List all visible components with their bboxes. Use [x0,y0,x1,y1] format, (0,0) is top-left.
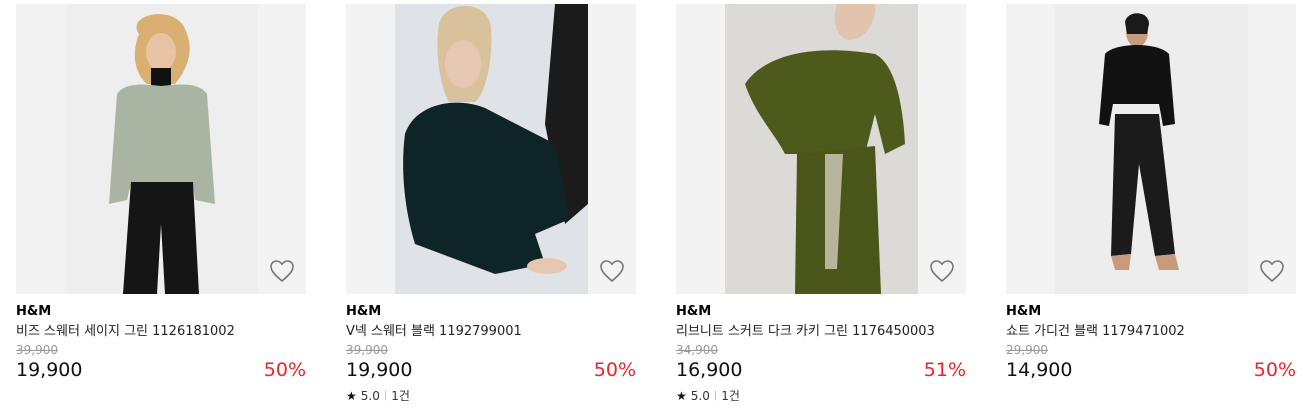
sale-price: 14,900 [1006,359,1073,381]
product-brand: H&M [1006,304,1042,319]
sale-price: 19,900 [346,359,413,381]
product-card[interactable]: H&M 비즈 스웨터 세이지 그린 1126181002 39,900 19,9… [16,4,306,382]
product-image[interactable] [16,4,306,294]
product-photo[interactable] [395,4,588,294]
original-price: 29,900 [1006,343,1048,357]
discount-rate: 51% [923,359,966,381]
original-price: 34,900 [676,343,718,357]
rating-divider: | [383,390,388,401]
product-image[interactable] [676,4,966,294]
product-card[interactable]: H&M 쇼트 가디건 블랙 1179471002 29,900 14,900 5… [1006,4,1296,382]
discount-rate: 50% [1253,359,1296,381]
star-icon: ★ [676,389,687,403]
product-card[interactable]: H&M V넥 스웨터 블랙 1192799001 39,900 19,900 5… [346,4,636,404]
product-name[interactable]: 쇼트 가디건 블랙 1179471002 [1006,323,1296,340]
product-brand: H&M [676,304,712,319]
rating-divider: | [713,390,718,401]
product-photo[interactable] [65,4,258,294]
product-photo[interactable] [1055,4,1248,294]
sale-price: 19,900 [16,359,83,381]
rating: ★ 5.0 | 1건 [676,388,966,404]
rating-score: 5.0 [360,389,380,403]
heart-icon[interactable] [1259,259,1285,283]
heart-icon[interactable] [599,259,625,283]
rating: ★ 5.0 | 1건 [346,388,636,404]
product-name[interactable]: 비즈 스웨터 세이지 그린 1126181002 [16,323,306,340]
product-grid: H&M 비즈 스웨터 세이지 그린 1126181002 39,900 19,9… [0,0,1308,418]
rating-score: 5.0 [690,389,710,403]
heart-icon[interactable] [269,259,295,283]
product-image[interactable] [346,4,636,294]
product-card[interactable]: H&M 리브니트 스커트 다크 카키 그린 1176450003 34,900 … [676,4,966,404]
product-photo[interactable] [725,4,918,294]
product-brand: H&M [16,304,52,319]
review-count[interactable]: 1건 [391,388,410,404]
product-name[interactable]: V넥 스웨터 블랙 1192799001 [346,323,636,340]
product-brand: H&M [346,304,382,319]
sale-price: 16,900 [676,359,743,381]
heart-icon[interactable] [929,259,955,283]
star-icon: ★ [346,389,357,403]
review-count[interactable]: 1건 [721,388,740,404]
original-price: 39,900 [16,343,58,357]
product-name[interactable]: 리브니트 스커트 다크 카키 그린 1176450003 [676,323,966,340]
discount-rate: 50% [593,359,636,381]
original-price: 39,900 [346,343,388,357]
product-image[interactable] [1006,4,1296,294]
discount-rate: 50% [263,359,306,381]
